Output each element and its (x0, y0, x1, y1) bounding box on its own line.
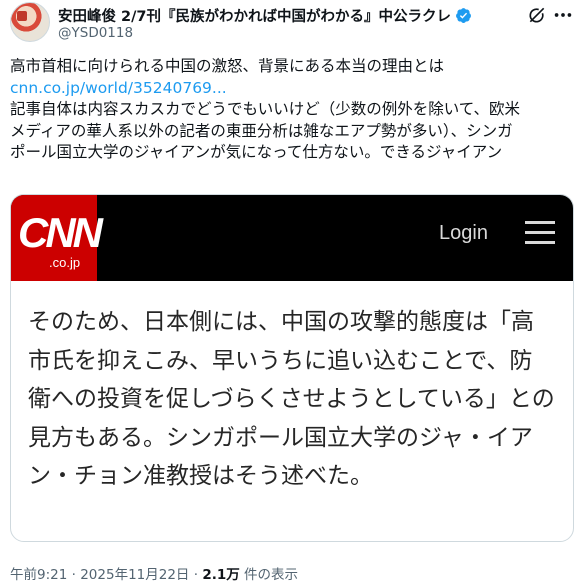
cnn-logo: CNN .co.jp (11, 195, 103, 281)
quote-line: そのため、日本側には、中国の攻撃的態度は「高 (28, 309, 534, 335)
meta-separator: · (193, 567, 199, 583)
author-display-name[interactable]: 安田峰俊 2/7刊『民族がわかれば中国がわかる』中公ラクレ (58, 5, 451, 26)
hamburger-menu-icon (525, 221, 555, 245)
tweet-line: 記事自体は内容スカスカでどうでもいいけど（少数の例外を除いて、欧米 (10, 100, 520, 118)
attached-image-card[interactable]: CNN .co.jp Login そのため、日本側には、中国の攻撃的態度は「高 … (10, 194, 574, 542)
post-time[interactable]: 午前9:21 (10, 567, 67, 583)
author-handle[interactable]: @YSD0118 (58, 25, 133, 41)
more-icon[interactable] (552, 5, 574, 25)
tweet-metadata: 午前9:21 · 2025年11月22日 · 2.1万 件の表示 (10, 563, 298, 583)
tweet-line: メディアの華人系以外の記者の東亜分析は雑なエアプ勢が多い）、シンガ (10, 121, 513, 140)
quote-line: 見方もある。シンガポール国立大学のジャ・イア (28, 424, 533, 451)
login-text: Login (439, 222, 488, 244)
meta-separator: · (71, 567, 76, 583)
tweet-text: 高市首相に向けられる中国の激怒、背景にある本当の理由とは cnn.co.jp/w… (10, 56, 575, 164)
cnn-header-bar: CNN .co.jp Login (11, 195, 573, 281)
article-link[interactable]: cnn.co.jp/world/35240769... (10, 79, 227, 97)
view-count: 2.1万 (202, 567, 240, 583)
tweet-line: ポール国立大学のジャイアンが気になって仕方ない。できるジャイアン (10, 143, 503, 161)
author-name-row[interactable]: 安田峰俊 2/7刊『民族がわかれば中国がわかる』中公ラクレ (58, 5, 472, 26)
author-avatar[interactable] (10, 2, 50, 42)
tweet-line: 高市首相に向けられる中国の激怒、背景にある本当の理由とは (10, 57, 445, 75)
quote-line: ン・チョン准教授はそう述べた。 (28, 463, 373, 489)
view-label: 件の表示 (244, 567, 299, 583)
quote-line: 市氏を抑えこみ、早いうちに追い込むことで、防 (28, 347, 533, 374)
grok-icon[interactable] (527, 5, 547, 25)
quote-line: 衛への投資を促しづらくさせようとしている」との (28, 386, 555, 412)
verified-badge-icon (456, 8, 471, 23)
post-date[interactable]: 2025年11月22日 (80, 567, 189, 583)
article-quote: そのため、日本側には、中国の攻撃的態度は「高 市氏を抑えこみ、早いうちに追い込む… (28, 303, 568, 496)
